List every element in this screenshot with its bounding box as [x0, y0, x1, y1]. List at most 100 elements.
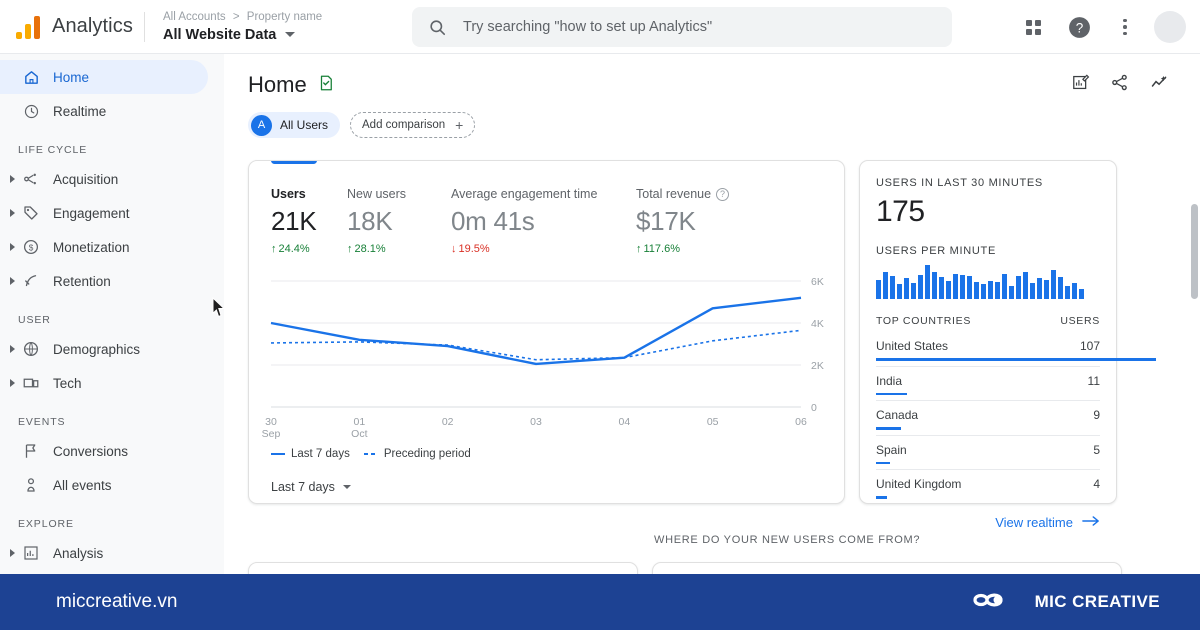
sidebar-item-engagement[interactable]: Engagement — [0, 196, 208, 230]
document-check-icon[interactable] — [317, 74, 335, 97]
metric-delta-value: 117.6% — [643, 243, 681, 255]
users-per-minute-bar — [1023, 272, 1028, 299]
country-users: 9 — [1093, 408, 1100, 422]
sidebar-item-monetization[interactable]: $ Monetization — [0, 230, 208, 264]
realtime-users-value: 175 — [876, 195, 925, 228]
sidebar-item-conversions[interactable]: Conversions — [0, 434, 208, 468]
svg-text:03: 03 — [530, 416, 542, 428]
users-per-minute-bar — [953, 273, 958, 299]
property-selector[interactable]: All Website Data — [163, 25, 322, 45]
plus-icon: + — [455, 117, 464, 133]
metric-total-revenue[interactable]: Total revenue ? $17K ↑ 117.6% — [636, 187, 756, 255]
users-per-minute-bar — [988, 280, 993, 299]
sidebar-item-label: Retention — [53, 273, 111, 289]
expand-arrow-icon[interactable] — [10, 175, 15, 183]
sidebar-item-analysis[interactable]: Analysis — [0, 536, 208, 570]
sidebar-item-label: Demographics — [53, 341, 141, 357]
users-per-minute-bar — [1002, 273, 1007, 299]
country-name: United Kingdom — [876, 477, 962, 491]
table-row[interactable]: United States 107 — [876, 332, 1156, 361]
tag-icon — [17, 204, 45, 222]
table-row[interactable]: India 11 — [876, 365, 1100, 395]
avatar[interactable] — [1154, 11, 1186, 43]
edit-chart-icon[interactable] — [1071, 73, 1090, 97]
metric-label: Average engagement time — [451, 187, 598, 201]
date-range-selector[interactable]: Last 7 days — [249, 460, 844, 494]
more-vert-icon[interactable] — [1108, 10, 1142, 44]
expand-arrow-icon[interactable] — [10, 379, 15, 387]
sidebar-item-label: Tech — [53, 375, 82, 391]
sidebar-item-label: All events — [53, 477, 112, 493]
search-input[interactable]: Try searching "how to set up Analytics" — [412, 7, 952, 47]
sidebar-item-acquisition[interactable]: Acquisition — [0, 162, 208, 196]
breadcrumb-property: Property name — [246, 10, 323, 23]
events-icon — [17, 476, 45, 494]
expand-arrow-icon[interactable] — [10, 345, 15, 353]
sidebar-item-demographics[interactable]: Demographics — [0, 332, 208, 366]
svg-text:2K: 2K — [811, 360, 824, 372]
sidebar-item-retention[interactable]: Retention — [0, 264, 208, 298]
chip-all-users[interactable]: A All Users — [248, 112, 341, 138]
sidebar-item-tech[interactable]: Tech — [0, 366, 208, 400]
expand-arrow-icon[interactable] — [10, 549, 15, 557]
clock-icon — [17, 103, 45, 120]
expand-arrow-icon[interactable] — [10, 209, 15, 217]
arrow-right-icon — [1082, 515, 1100, 530]
metric-new-users[interactable]: New users 18K ↑ 28.1% — [347, 187, 451, 255]
table-row[interactable]: Spain 5 — [876, 434, 1100, 464]
sidebar-item-home[interactable]: Home — [0, 60, 208, 94]
expand-arrow-icon[interactable] — [10, 243, 15, 251]
legend-item-preceding-period[interactable]: Preceding period — [363, 448, 471, 460]
svg-text:Oct: Oct — [351, 428, 367, 440]
mouse-cursor — [212, 296, 226, 322]
users-per-minute-bar — [876, 279, 881, 299]
table-row[interactable]: United Kingdom 4 — [876, 469, 1100, 499]
sidebar-item-realtime[interactable]: Realtime — [0, 94, 208, 128]
brand-name: Analytics — [52, 15, 133, 37]
users-per-minute-bar — [960, 274, 965, 299]
metric-delta: ↑ 28.1% — [347, 243, 451, 255]
users-per-minute-bar — [1009, 285, 1014, 299]
users-per-minute-bar — [1030, 283, 1035, 299]
country-name: United States — [876, 339, 949, 353]
chevron-down-icon — [342, 485, 351, 489]
users-per-minute-bar — [974, 282, 979, 299]
add-comparison-button[interactable]: Add comparison + — [350, 112, 476, 138]
svg-text:4K: 4K — [811, 318, 824, 330]
vertical-scrollbar[interactable] — [1191, 204, 1198, 299]
users-per-minute-bar — [1065, 285, 1070, 299]
date-range-label: Last 7 days — [271, 480, 335, 494]
users-per-minute-bar — [911, 283, 916, 299]
analytics-logo-area[interactable]: Analytics — [0, 15, 140, 39]
top-bar: Analytics All Accounts > Property name A… — [0, 0, 1200, 54]
users-line-chart[interactable]: 0 2K 4K 6K 30 Sep 01 Oct 02 03 04 05 06 — [249, 267, 844, 442]
analysis-icon — [17, 544, 45, 562]
breadcrumb[interactable]: All Accounts > Property name All Website… — [163, 9, 322, 45]
insights-icon[interactable] — [1149, 72, 1170, 98]
help-icon[interactable]: ? — [716, 187, 730, 201]
share-icon[interactable] — [1110, 73, 1129, 97]
metric-users[interactable]: Users 21K ↑ 24.4% — [271, 187, 347, 255]
users-per-minute-bar — [939, 277, 944, 299]
legend-item-last-7-days[interactable]: Last 7 days — [271, 448, 350, 460]
legend-swatch-solid — [271, 452, 285, 456]
users-per-minute-bar — [1016, 275, 1021, 299]
chevron-down-icon — [285, 32, 296, 37]
view-realtime-link[interactable]: View realtime — [876, 515, 1100, 530]
breadcrumb-accounts: All Accounts — [163, 10, 226, 23]
devices-icon — [17, 374, 45, 392]
users-per-minute-bar — [883, 272, 888, 299]
table-row[interactable]: Canada 9 — [876, 400, 1100, 430]
apps-grid-icon[interactable] — [1016, 10, 1050, 44]
users-per-minute-bar — [1079, 289, 1084, 299]
svg-text:05: 05 — [707, 416, 719, 428]
top-countries-metric-header: Users — [1060, 315, 1100, 327]
users-per-minute-bar — [904, 278, 909, 299]
metric-avg-engagement-time[interactable]: Average engagement time 0m 41s ↓ 19.5% — [451, 187, 636, 255]
sidebar-item-all-events[interactable]: All events — [0, 468, 208, 502]
metric-label-text: Total revenue — [636, 187, 712, 201]
expand-arrow-icon[interactable] — [10, 277, 15, 285]
bottom-banner: miccreative.vn MIC CREATIVE — [0, 574, 1200, 630]
help-icon[interactable]: ? — [1062, 10, 1096, 44]
svg-text:Sep: Sep — [262, 428, 281, 440]
